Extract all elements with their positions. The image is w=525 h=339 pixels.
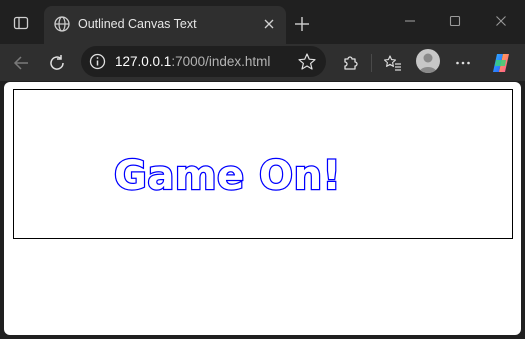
refresh-icon [50, 55, 64, 70]
avatar[interactable] [416, 49, 440, 73]
star-icon[interactable] [297, 52, 317, 72]
toolbar-separator [371, 54, 372, 72]
puzzle-icon [344, 56, 358, 70]
canvas-outlined-text: Game On! [113, 152, 342, 201]
toolbar: 127.0.0.1:7000/index.html [0, 44, 525, 81]
sidebar-toggle-button[interactable] [8, 10, 34, 36]
sidebar-toggle-icon [13, 16, 29, 30]
plus-icon [295, 17, 309, 31]
close-icon [264, 19, 274, 29]
close-icon [496, 16, 506, 26]
maximize-button[interactable] [440, 8, 470, 34]
browser-window: Outlined Canvas Text 127.0.0.1:7000/inde… [0, 0, 525, 339]
close-window-button[interactable] [486, 8, 516, 34]
favorites-list-icon [384, 55, 401, 71]
back-button[interactable] [6, 48, 36, 78]
tab-title: Outlined Canvas Text [78, 17, 197, 31]
canvas: Game On! [13, 89, 513, 239]
minimize-icon [405, 20, 415, 22]
tab-active[interactable]: Outlined Canvas Text [44, 6, 286, 44]
more-button[interactable] [448, 48, 478, 78]
globe-icon [54, 16, 70, 32]
copilot-icon [493, 54, 509, 72]
url-path: :7000/index.html [171, 54, 271, 69]
copilot-button[interactable] [486, 48, 516, 78]
minimize-button[interactable] [395, 8, 425, 34]
more-icon [456, 61, 470, 65]
profile-icon [419, 53, 437, 73]
address-bar[interactable]: 127.0.0.1:7000/index.html [81, 46, 326, 77]
maximize-icon [449, 15, 461, 27]
back-arrow-icon [13, 56, 28, 70]
new-tab-button[interactable] [290, 12, 314, 36]
extensions-button[interactable] [335, 48, 365, 78]
refresh-button[interactable] [42, 48, 72, 78]
url-host: 127.0.0.1 [115, 54, 172, 69]
favorites-button[interactable] [378, 48, 408, 78]
page-content: Game On! [4, 82, 521, 335]
tab-strip: Outlined Canvas Text [0, 0, 525, 44]
info-icon[interactable] [89, 53, 106, 70]
tab-close-button[interactable] [260, 15, 278, 33]
url-text: 127.0.0.1:7000/index.html [115, 53, 270, 70]
